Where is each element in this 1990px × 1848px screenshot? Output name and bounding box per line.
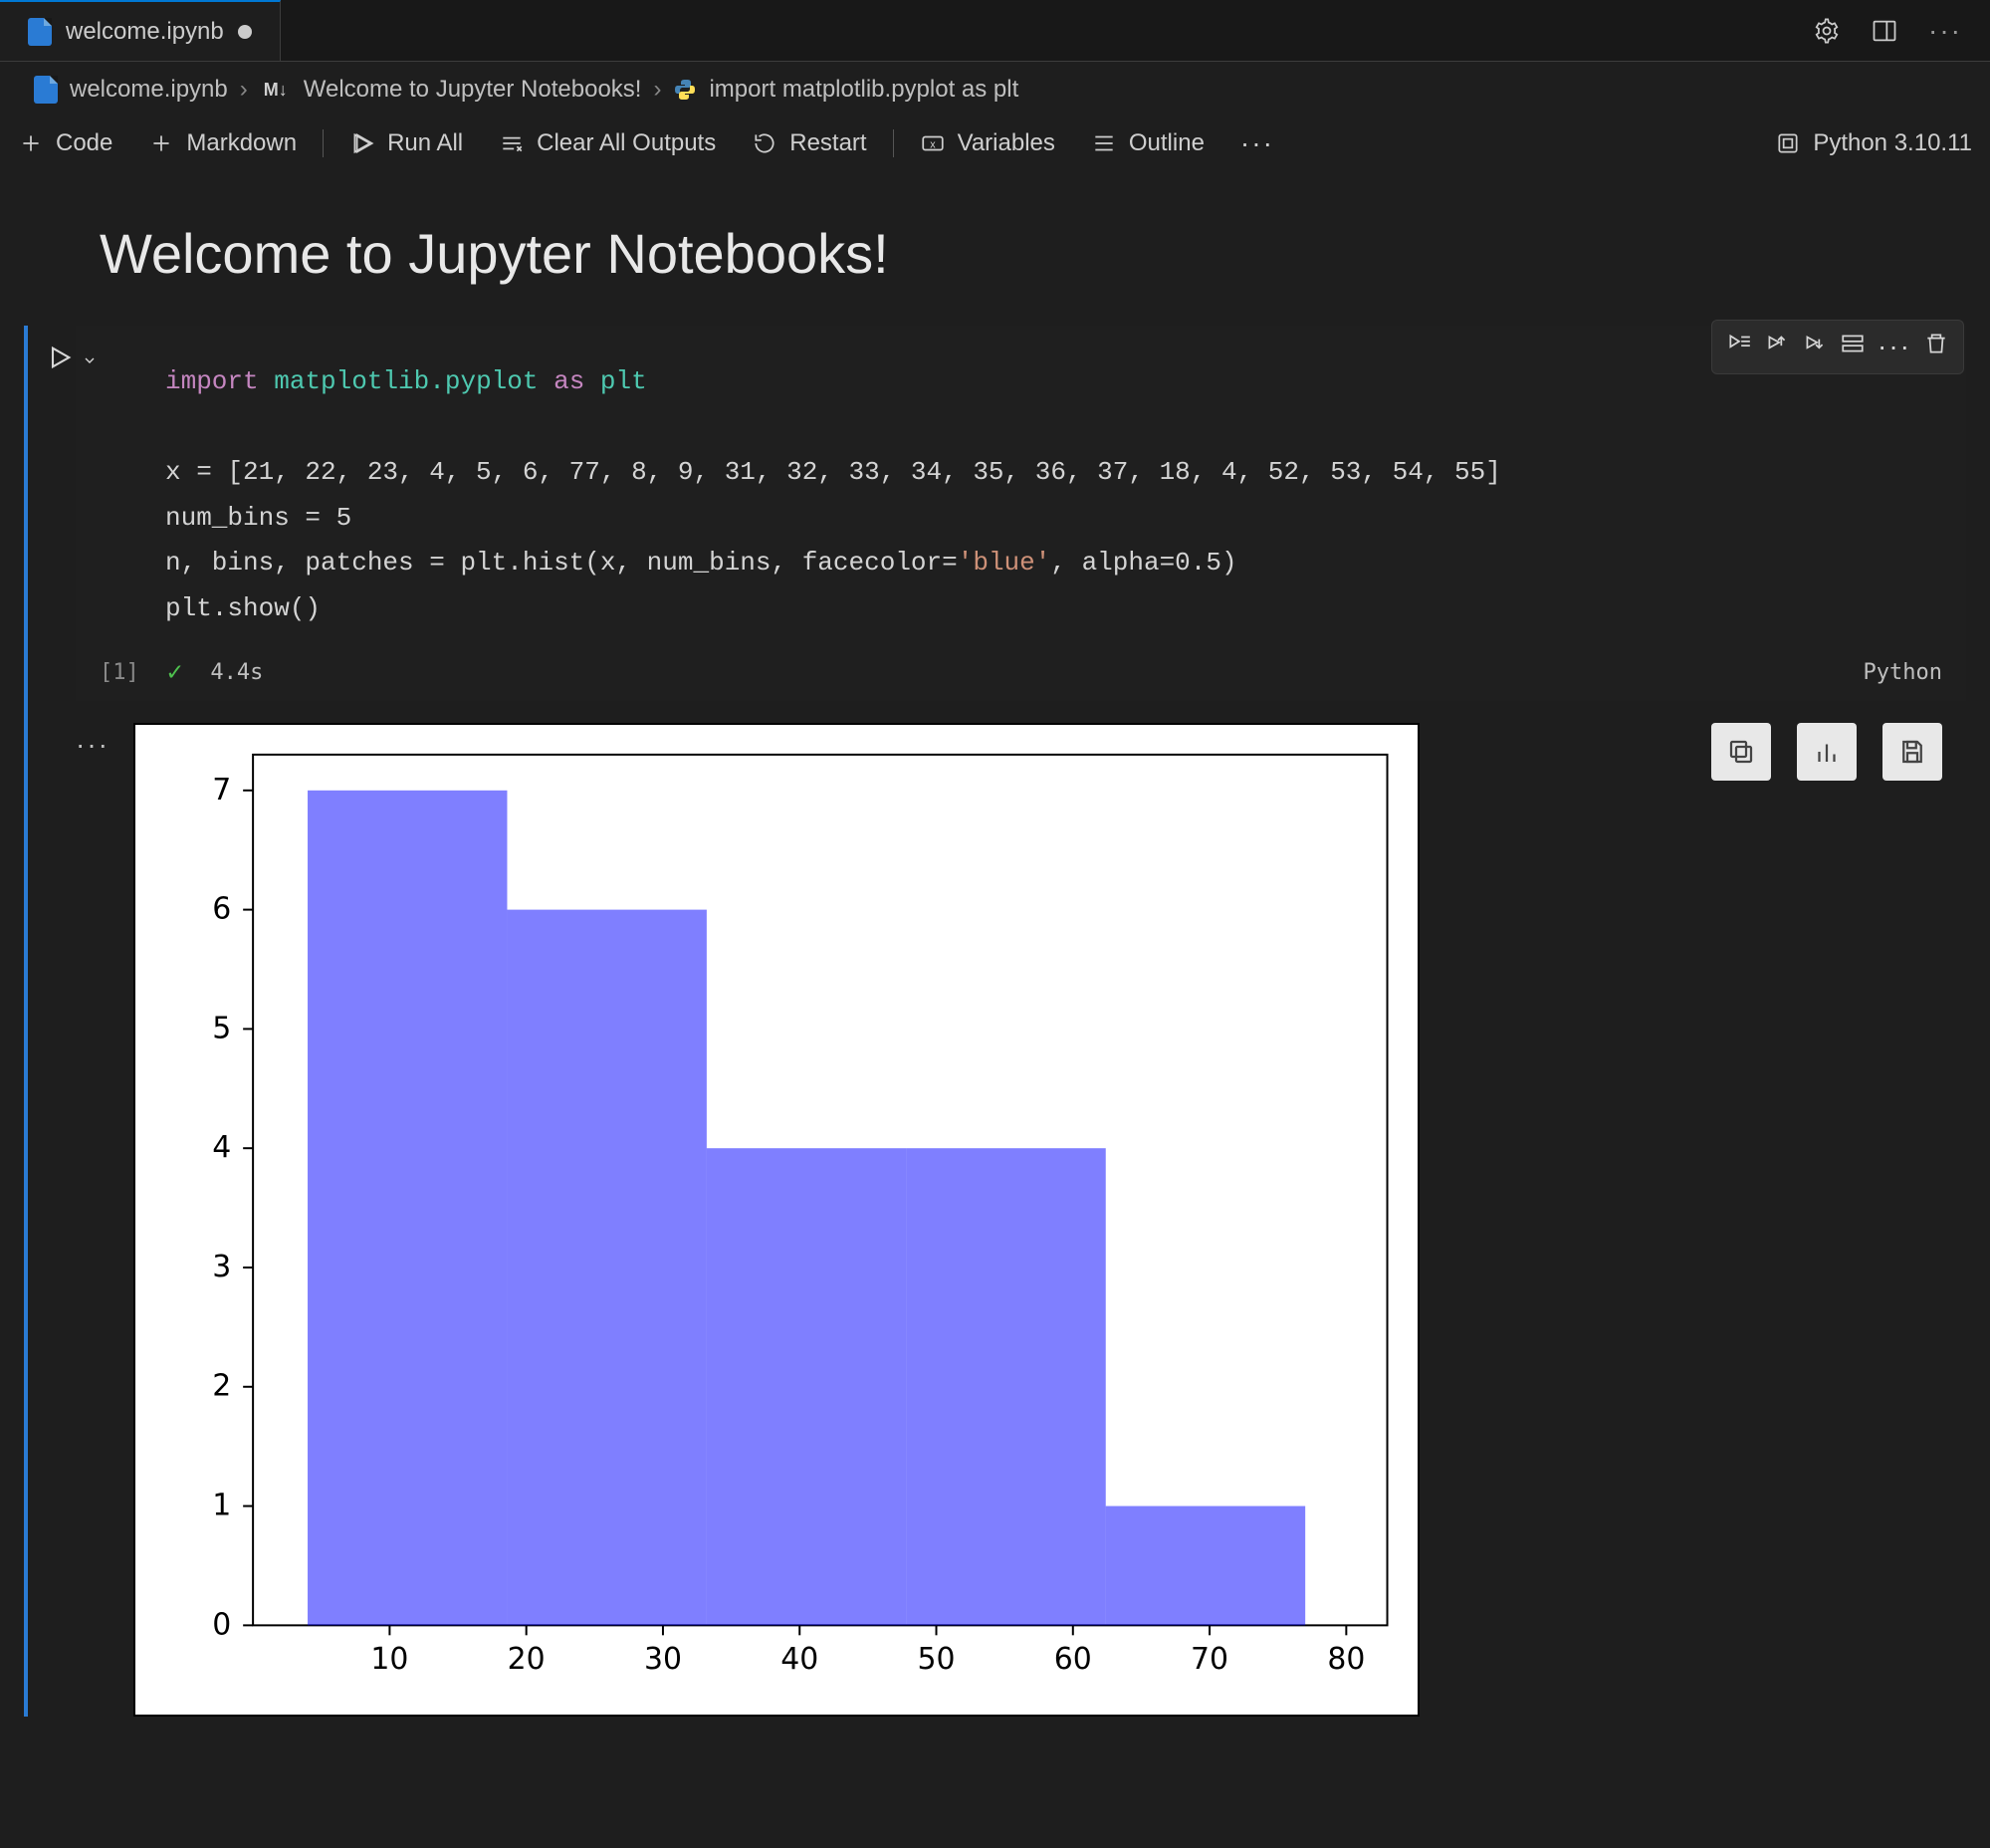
copy-output-icon[interactable] — [1711, 723, 1771, 781]
run-cell-button[interactable] — [46, 344, 74, 378]
breadcrumb-file[interactable]: welcome.ipynb — [70, 76, 228, 104]
svg-text:0: 0 — [212, 1607, 231, 1642]
svg-text:80: 80 — [1327, 1642, 1365, 1677]
code-editor[interactable]: import matplotlib.pyplot as plt x = [21,… — [76, 326, 1966, 649]
variables-button[interactable]: x Variables — [920, 129, 1055, 157]
settings-icon[interactable] — [1813, 15, 1841, 47]
clear-outputs-button[interactable]: Clear All Outputs — [499, 129, 716, 157]
svg-text:7: 7 — [212, 773, 231, 808]
run-below-icon[interactable] — [1802, 331, 1828, 363]
svg-text:10: 10 — [370, 1642, 408, 1677]
toolbar-separator — [323, 129, 324, 157]
code-token: 'blue' — [958, 548, 1051, 578]
notebook-toolbar: Code Markdown Run All Clear All Outputs … — [0, 117, 1990, 175]
code-token: matplotlib.pyplot — [274, 366, 538, 396]
python-icon — [673, 78, 697, 102]
svg-text:60: 60 — [1054, 1642, 1092, 1677]
svg-text:2: 2 — [212, 1369, 231, 1404]
kernel-selector-button[interactable]: Python 3.10.11 — [1775, 129, 1972, 157]
add-code-cell-button[interactable]: Code — [18, 129, 112, 157]
cell-output: ··· 0 1 2 3 4 5 6 7 10 20 30 40 50 60 70 80 — [76, 723, 1966, 1717]
svg-text:30: 30 — [644, 1642, 682, 1677]
layout-icon[interactable] — [1871, 15, 1898, 47]
outline-label: Outline — [1129, 129, 1205, 157]
markdown-heading: Welcome to Jupyter Notebooks! — [100, 221, 1966, 286]
svg-text:20: 20 — [508, 1642, 546, 1677]
svg-text:x: x — [930, 138, 936, 150]
code-cell: ··· import matplotlib.pyplot as plt x = … — [24, 326, 1966, 1717]
run-all-label: Run All — [387, 129, 463, 157]
execution-count: [1] — [100, 660, 139, 685]
svg-text:70: 70 — [1191, 1642, 1228, 1677]
cell-toolbar: ··· — [1711, 320, 1964, 374]
svg-text:6: 6 — [212, 892, 231, 927]
execution-time: 4.4s — [210, 660, 263, 685]
svg-text:5: 5 — [212, 1011, 231, 1045]
cell-menu-chevron-icon[interactable] — [82, 347, 98, 375]
output-plot: 0 1 2 3 4 5 6 7 10 20 30 40 50 60 70 80 — [133, 723, 1420, 1717]
output-more-icon[interactable]: ··· — [76, 723, 110, 761]
notebook-content: Welcome to Jupyter Notebooks! ··· import… — [0, 175, 1990, 1756]
breadcrumb-section[interactable]: Welcome to Jupyter Notebooks! — [304, 76, 642, 104]
chart-view-icon[interactable] — [1797, 723, 1857, 781]
editor-tabbar: welcome.ipynb ··· — [0, 0, 1990, 62]
code-token: plt — [600, 366, 647, 396]
code-line: plt.show() — [165, 593, 321, 623]
cell-more-icon[interactable]: ··· — [1878, 331, 1911, 363]
cell-gutter — [46, 344, 98, 378]
success-check-icon: ✓ — [167, 657, 183, 687]
restart-kernel-button[interactable]: Restart — [752, 129, 866, 157]
code-token: as — [553, 366, 584, 396]
breadcrumb-separator: › — [240, 76, 248, 104]
run-all-button[interactable]: Run All — [349, 129, 463, 157]
code-token: , alpha=0.5) — [1050, 548, 1236, 578]
code-line: x = [21, 22, 23, 4, 5, 6, 77, 8, 9, 31, … — [165, 457, 1501, 487]
svg-text:3: 3 — [212, 1250, 231, 1284]
kernel-label: Python 3.10.11 — [1813, 129, 1972, 157]
variables-label: Variables — [958, 129, 1055, 157]
tabbar-left: welcome.ipynb — [0, 0, 281, 61]
tab-dirty-indicator — [238, 25, 252, 39]
svg-text:1: 1 — [212, 1489, 231, 1523]
breadcrumb-separator: › — [653, 76, 661, 104]
tabbar-right-actions: ··· — [1813, 15, 1990, 47]
toolbar-separator — [893, 129, 894, 157]
svg-text:4: 4 — [212, 1130, 231, 1165]
add-markdown-cell-button[interactable]: Markdown — [148, 129, 297, 157]
split-cell-icon[interactable] — [1840, 331, 1866, 363]
breadcrumb: welcome.ipynb › M↓ Welcome to Jupyter No… — [0, 62, 1990, 117]
svg-text:40: 40 — [780, 1642, 818, 1677]
code-line: n, bins, patches = plt.hist(x, num_bins,… — [165, 548, 958, 578]
run-above-icon[interactable] — [1764, 331, 1790, 363]
toolbar-more-icon[interactable]: ··· — [1240, 127, 1274, 159]
save-output-icon[interactable] — [1882, 723, 1942, 781]
code-token: import — [165, 366, 259, 396]
outline-button[interactable]: Outline — [1091, 129, 1205, 157]
svg-text:50: 50 — [917, 1642, 955, 1677]
add-markdown-label: Markdown — [186, 129, 297, 157]
restart-label: Restart — [789, 129, 866, 157]
delete-cell-icon[interactable] — [1923, 331, 1949, 363]
output-actions — [1711, 723, 1966, 781]
tab-more-icon[interactable]: ··· — [1928, 15, 1962, 47]
cell-language-label[interactable]: Python — [1864, 660, 1942, 685]
run-by-line-icon[interactable] — [1726, 331, 1752, 363]
code-line: num_bins = 5 — [165, 503, 351, 533]
clear-outputs-label: Clear All Outputs — [537, 129, 716, 157]
markdown-badge-icon: M↓ — [260, 78, 292, 103]
histogram-chart: 0 1 2 3 4 5 6 7 10 20 30 40 50 60 70 80 — [135, 725, 1418, 1715]
cell-status-bar: [1] ✓ 4.4s Python — [76, 647, 1966, 701]
notebook-file-icon — [28, 18, 52, 46]
add-code-label: Code — [56, 129, 112, 157]
editor-tab-welcome[interactable]: welcome.ipynb — [0, 0, 281, 61]
notebook-file-icon — [34, 76, 58, 104]
tab-filename: welcome.ipynb — [66, 18, 224, 46]
breadcrumb-leaf[interactable]: import matplotlib.pyplot as plt — [709, 76, 1018, 104]
